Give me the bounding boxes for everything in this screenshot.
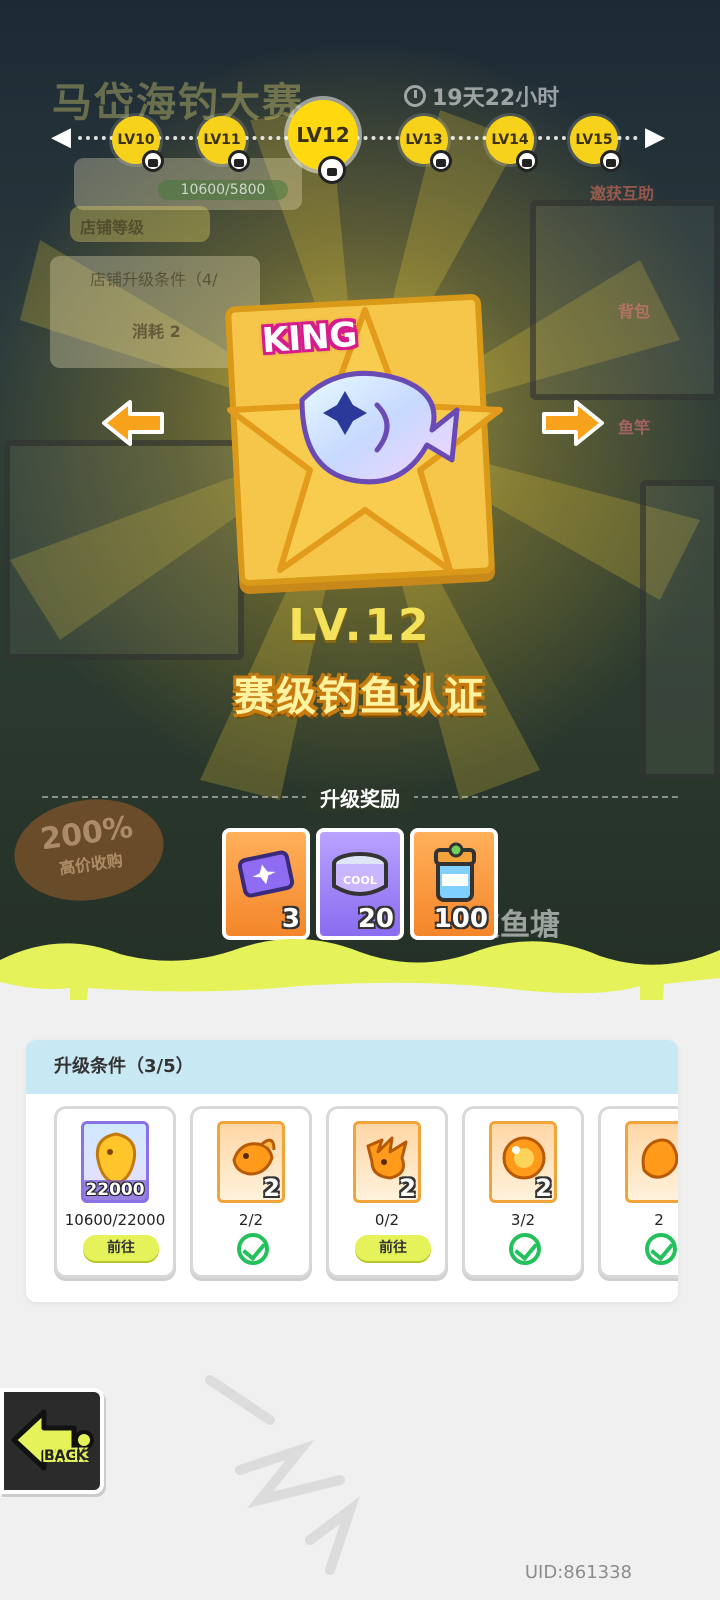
cat-food-can-icon: COOL [332,852,388,896]
condition-progress: 2 [654,1211,664,1229]
nav-next-arrow[interactable]: ▶ [642,122,668,152]
store-upgrade-label: 店铺升级条件（4/ [90,270,218,289]
store-level-button: 店铺等级 [70,206,210,242]
certificate-name: 赛级钓鱼认证 [234,674,486,720]
nav-prev-arrow[interactable]: ◀ [48,122,74,152]
next-level-arrow-icon[interactable] [540,398,606,448]
condition-badge: 2 [399,1174,416,1202]
ticket-icon [237,850,295,898]
level-node-10[interactable]: LV10 [112,116,164,172]
bait-jar-icon [434,842,476,902]
level-track [78,136,638,140]
lock-icon [228,150,250,172]
lock-icon [600,150,622,172]
condition-badge: 22000 [84,1180,146,1200]
coral-fish-icon [641,1138,678,1179]
back-label: BACK [44,1448,87,1464]
condition-card: 22000 10600/22000 前往 [54,1106,176,1278]
condition-progress: 0/2 [374,1211,400,1229]
go-button[interactable]: 前往 [83,1235,159,1261]
consume-text: 消耗 2 [132,322,181,341]
reward-item-ticket[interactable]: 3 [222,828,310,940]
condition-badge: 2 [263,1174,280,1202]
level-node-13[interactable]: LV13 [400,116,452,172]
lock-icon [318,156,346,184]
check-icon [645,1233,677,1265]
lock-icon [516,150,538,172]
store-progress-text: 10600/5800 [158,180,288,200]
conditions-title: 升级条件（3/5） [26,1040,678,1094]
level-node-14[interactable]: LV14 [486,116,538,172]
prev-level-arrow-icon[interactable] [100,398,166,448]
conditions-list[interactable]: 22000 10600/22000 前往 2 2/2 2 0/2 前往 2 3/… [50,1106,678,1284]
condition-card: 2 2/2 [190,1106,312,1278]
check-icon [509,1233,541,1265]
king-tag: KING [260,314,359,362]
store-level-label: 店铺等级 [80,218,145,237]
level-node-15[interactable]: LV15 [570,116,622,172]
reward-title: 升级奖励 [306,787,414,811]
decorative-scribbles [205,1375,360,1575]
condition-card: 2 [598,1106,678,1278]
level-node-12-current[interactable]: LV12 [288,100,358,184]
svg-text:COOL: COOL [343,874,377,887]
rainbow-fish-icon [299,370,460,485]
condition-card: 2 0/2 前往 [326,1106,448,1278]
slime-divider [0,938,720,1000]
user-id: UID:861338 [524,1562,632,1583]
condition-progress: 10600/22000 [64,1211,166,1229]
condition-badge: 2 [535,1174,552,1202]
level-node-11[interactable]: LV11 [198,116,250,172]
check-icon [237,1233,269,1265]
reward-list: 3 COOL 20 100 [222,828,498,940]
side-help-label: 邀获互助 [590,184,655,203]
condition-card: 2 3/2 [462,1106,584,1278]
go-button[interactable]: 前往 [355,1235,431,1261]
condition-icon-frame: 22000 [81,1121,149,1203]
back-button[interactable] [0,1388,104,1494]
lock-icon [142,150,164,172]
upgrade-conditions-panel: 升级条件（3/5） 22000 10600/22000 前往 2 2/2 2 0… [26,1040,678,1302]
certificate-level: LV.12 [288,600,432,651]
lock-icon [430,150,452,172]
condition-progress: 3/2 [510,1211,536,1229]
condition-progress: 2/2 [238,1211,264,1229]
condition-icon-frame [625,1121,678,1203]
reward-item-jar[interactable]: 100 [410,828,498,940]
game-scene: 马岱海钓大赛 19天22小时 10600/5800 店铺等级 店铺升级条件（4/… [0,0,720,1000]
condition-icon-frame: 2 [489,1121,557,1203]
reward-item-can[interactable]: COOL 20 [316,828,404,940]
condition-icon-frame: 2 [353,1121,421,1203]
clock-icon [404,85,426,107]
condition-icon-frame: 2 [217,1121,285,1203]
level-navigator: ◀ LV10 LV11 LV12 LV13 LV14 LV15 ▶ [48,100,668,184]
side-bag-label: 背包 [618,302,651,321]
back-arrow-icon [11,1409,94,1471]
side-rod-label: 鱼竿 [618,418,651,437]
